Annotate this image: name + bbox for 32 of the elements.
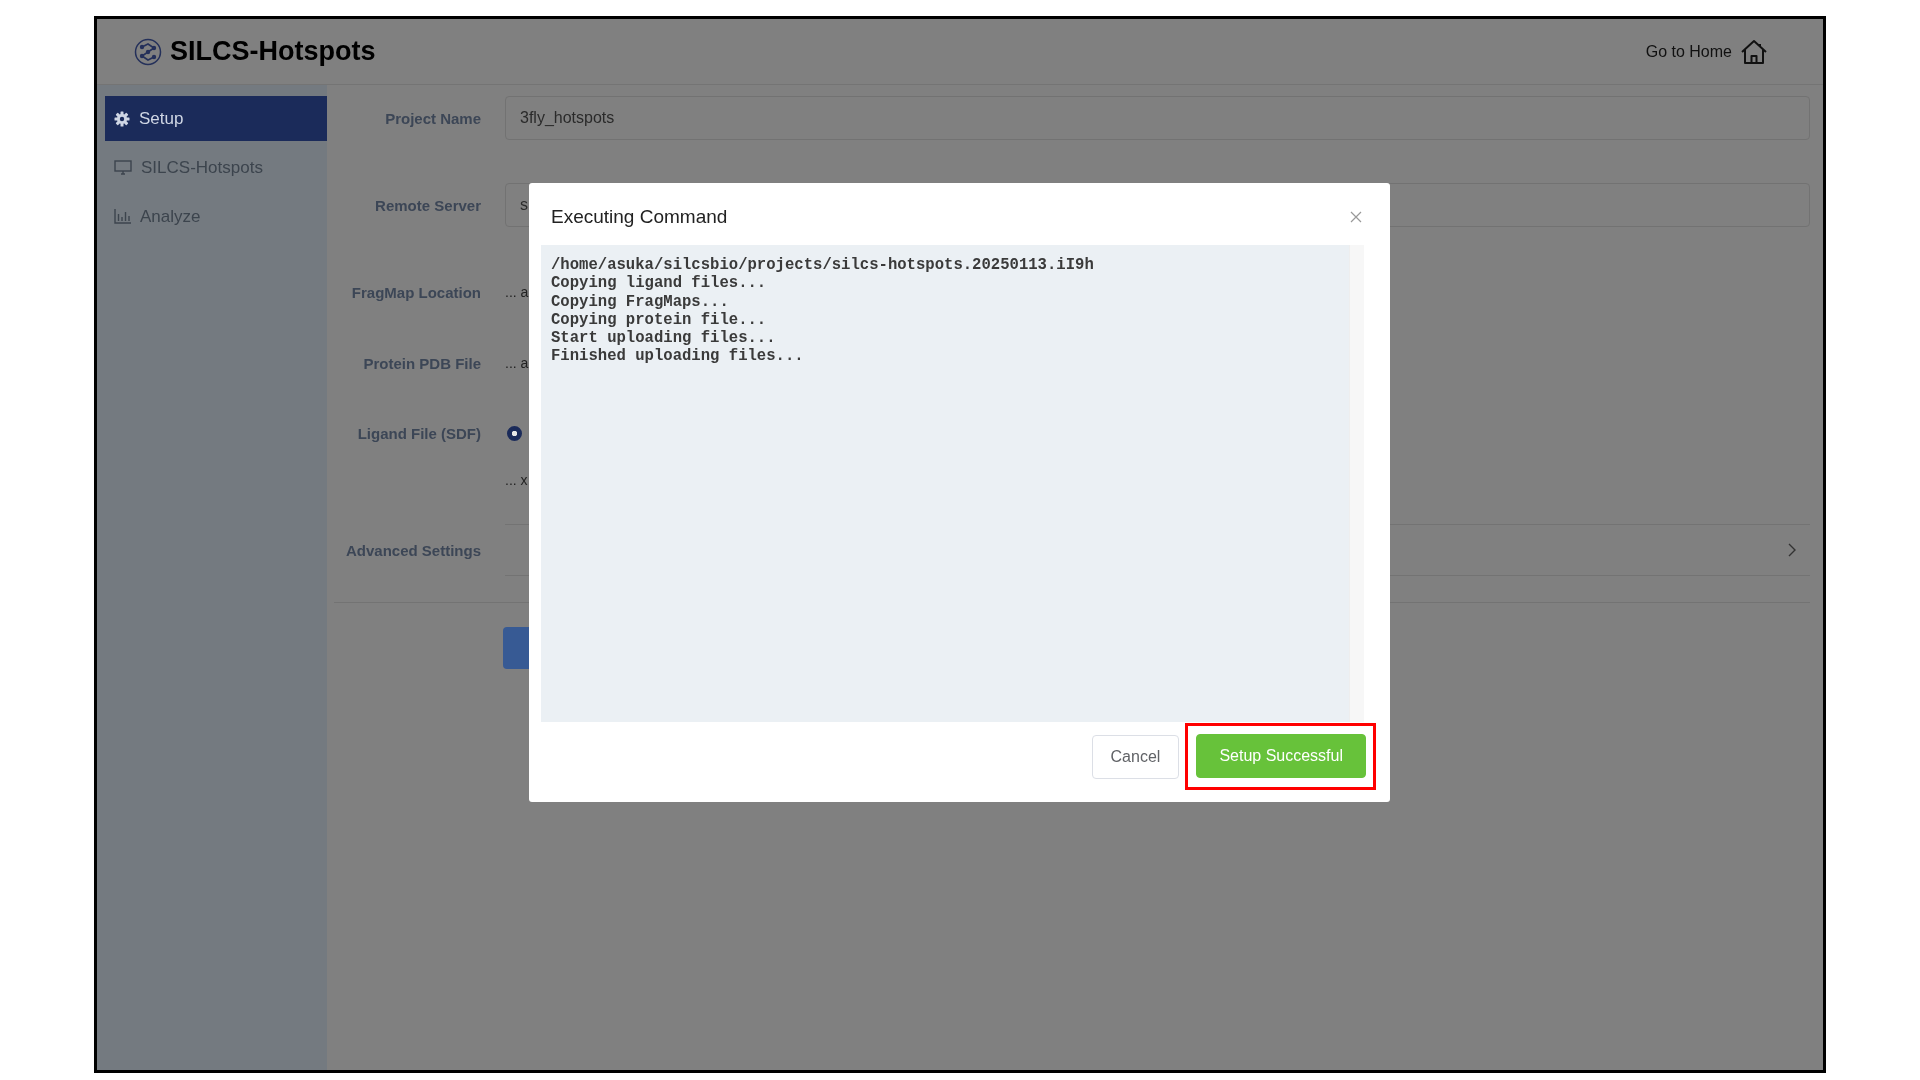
field-value: ... x — [505, 472, 528, 488]
field-label: Project Name — [384, 109, 481, 127]
success-button[interactable]: Setup Successful — [1196, 734, 1366, 778]
field-label: Advanced Settings — [344, 541, 481, 559]
sidebar-item[interactable]: SILCS-Hotspots — [105, 145, 327, 190]
app-title: SILCS-Hotspots — [170, 36, 376, 67]
house-icon — [1740, 38, 1768, 65]
field-value: ... a — [505, 355, 529, 371]
field-value: ... a — [505, 284, 529, 300]
bar-chart-icon — [114, 209, 131, 224]
field-label: Ligand File (SDF) — [356, 424, 481, 444]
logo-icon — [134, 37, 162, 66]
sidebar-item[interactable]: Analyze — [105, 194, 327, 239]
text-input[interactable]: 3fly_hotspots — [505, 96, 1810, 140]
radio-button[interactable] — [507, 426, 522, 441]
dialog-title: Executing Command — [551, 205, 728, 228]
log-line: Copying FragMaps... — [551, 292, 730, 311]
close-icon[interactable] — [1350, 210, 1362, 223]
scrollbar[interactable] — [1349, 245, 1364, 722]
log-line: Copying protein file... — [551, 310, 768, 330]
log-line: Finished uploading files... — [551, 347, 805, 366]
field-label: Remote Server — [374, 196, 481, 214]
sidebar-item[interactable]: Setup — [105, 96, 327, 141]
go-to-home-link[interactable]: Go to Home — [1645, 38, 1768, 65]
field-label: Protein PDB File — [362, 354, 481, 372]
log-line: Copying ligand files... — [551, 274, 768, 293]
field-label: FragMap Location — [350, 283, 481, 301]
log-line: /home/asuka/silcsbio/projects/silcs-hotspots.20250113.iI9h — [551, 256, 1095, 275]
cancel-button[interactable]: Cancel — [1091, 734, 1180, 779]
gear-icon — [114, 110, 130, 127]
monitor-icon — [114, 160, 132, 175]
log-line: Start uploading files... — [551, 329, 777, 348]
